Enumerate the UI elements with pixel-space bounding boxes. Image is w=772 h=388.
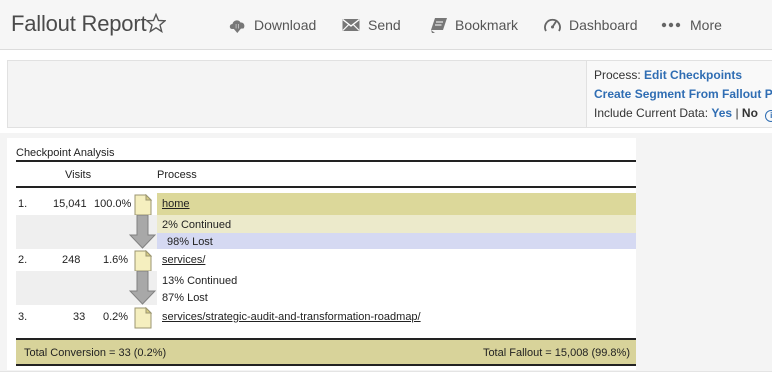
- down-arrow-icon: [129, 215, 156, 249]
- transition-row: 2% Continued 98% Lost: [16, 215, 636, 249]
- transition-row: 13% Continued 87% Lost: [16, 271, 636, 305]
- checkpoint-index: 3.: [18, 311, 28, 323]
- lost-band: [157, 233, 636, 249]
- report-title: Checkpoint Analysis: [16, 147, 115, 159]
- checkpoint-page-link[interactable]: services/strategic-audit-and-transformat…: [162, 311, 421, 323]
- checkpoint-percent: 1.6%: [103, 254, 129, 266]
- checkpoint-visits: 248: [62, 254, 81, 266]
- send-icon: [342, 18, 360, 31]
- create-segment-line: Create Segment From Fallout Path: [594, 87, 772, 101]
- checkpoint-page-link[interactable]: services/: [162, 254, 205, 266]
- process-column-header: Process: [157, 169, 197, 181]
- checkpoint-index: 1.: [18, 198, 28, 210]
- lost-percentage: 98% Lost: [167, 236, 213, 248]
- bookmark-label: Bookmark: [455, 17, 519, 33]
- total-conversion: Total Conversion = 33 (0.2%): [24, 347, 167, 359]
- checkpoint-analysis-report: Checkpoint Analysis Visits Process 1. 15…: [7, 138, 636, 370]
- include-separator: |: [735, 106, 739, 120]
- info-icon[interactable]: i: [765, 110, 772, 122]
- page-document-icon: [134, 194, 152, 216]
- bottom-strip: [0, 371, 772, 388]
- process-line: Process: Edit Checkpoints: [594, 68, 742, 82]
- header-rule: [16, 186, 636, 188]
- totals-footer: Total Conversion = 33 (0.2%) Total Fallo…: [16, 338, 636, 366]
- include-no-selected: No: [741, 106, 758, 120]
- checkpoint-visits: 33: [73, 311, 86, 323]
- checkpoint-percent: 0.2%: [103, 311, 129, 323]
- checkpoint-page-link[interactable]: home: [162, 198, 190, 210]
- continued-percentage: 13% Continued: [162, 275, 238, 287]
- checkpoint-row: 2. 248 1.6% services/: [16, 249, 636, 272]
- download-label: Download: [254, 17, 317, 33]
- down-arrow-icon: [129, 271, 156, 305]
- page-document-icon: [134, 250, 152, 272]
- checkpoint-row: 3. 33 0.2% services/strategic-audit-and-…: [16, 306, 636, 329]
- report-toolbar: Fallout Report Download Send Bookmark Da…: [0, 0, 772, 50]
- send-label: Send: [368, 17, 401, 33]
- report-options-panel: Process: Edit Checkpoints Create Segment…: [7, 60, 772, 128]
- bookmark-button[interactable]: Bookmark: [429, 15, 518, 35]
- include-current-data-label: Include Current Data:: [594, 106, 709, 120]
- checkpoint-visits: 15,041: [53, 198, 87, 210]
- download-icon: [229, 19, 245, 33]
- page-document-icon: [134, 307, 152, 329]
- visits-column-header: Visits: [65, 169, 92, 181]
- lost-percentage: 87% Lost: [162, 292, 208, 304]
- checkpoint-band: [157, 193, 636, 215]
- dashboard-button[interactable]: Dashboard: [543, 15, 638, 35]
- page-title: Fallout Report: [11, 11, 147, 36]
- total-fallout: Total Fallout = 15,008 (99.8%): [482, 347, 630, 359]
- process-options: Process: Edit Checkpoints Create Segment…: [586, 61, 772, 127]
- checkpoint-row: 1. 15,041 100.0% home: [16, 193, 636, 216]
- dashboard-icon: [544, 18, 561, 32]
- continued-percentage: 2% Continued: [162, 219, 232, 231]
- more-label: More: [690, 17, 722, 33]
- checkpoint-index: 2.: [18, 254, 28, 266]
- lost-band: [157, 289, 636, 305]
- send-button[interactable]: Send: [342, 15, 401, 35]
- favorite-star-icon[interactable]: [146, 13, 166, 33]
- edit-checkpoints-link[interactable]: Edit Checkpoints: [644, 68, 742, 82]
- checkpoint-percent: 100.0%: [94, 198, 132, 210]
- title-rule: [16, 160, 636, 162]
- create-segment-link[interactable]: Create Segment From Fallout Path: [594, 87, 772, 101]
- include-current-data-line: Include Current Data: Yes | No i: [594, 106, 772, 122]
- more-button[interactable]: More: [661, 15, 722, 35]
- include-yes-link[interactable]: Yes: [711, 106, 732, 120]
- dashboard-label: Dashboard: [569, 17, 638, 33]
- bookmark-icon: [431, 17, 447, 33]
- download-button[interactable]: Download: [228, 15, 316, 35]
- process-label: Process:: [594, 68, 641, 82]
- more-icon: [661, 22, 681, 28]
